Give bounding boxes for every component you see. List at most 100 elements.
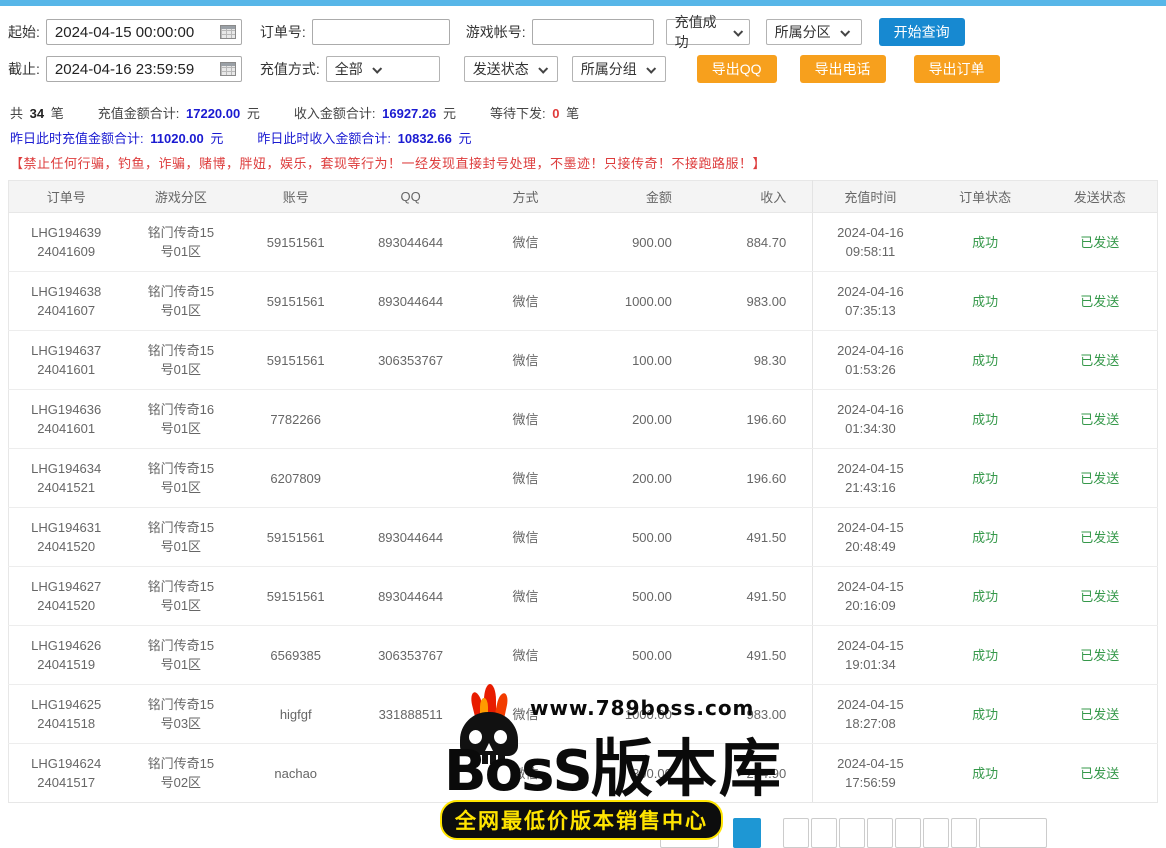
income-cell: 491.50 <box>698 508 813 567</box>
calendar-icon[interactable] <box>220 62 236 76</box>
game-zone-cell: 铭门传奇15号01区 <box>123 508 238 567</box>
export-order-button[interactable]: 导出订单 <box>914 55 1000 83</box>
order-no-cell: LHG19463724041601 <box>9 331 124 390</box>
order-table-row[interactable]: LHG19463724041601 铭门传奇15号01区 59151561 30… <box>9 331 1158 390</box>
send-status-cell[interactable]: 已发送 <box>1043 331 1158 390</box>
method-cell: 微信 <box>468 331 583 390</box>
order-no-input[interactable] <box>312 19 450 45</box>
pay-method-select[interactable]: 全部 <box>326 56 440 82</box>
qq-cell: 893044644 <box>353 567 468 626</box>
order-table-row[interactable]: LHG19463824041607 铭门传奇15号01区 59151561 89… <box>9 272 1158 331</box>
send-status-cell[interactable]: 已发送 <box>1043 272 1158 331</box>
income-sum-value: 16927.26 <box>382 106 436 121</box>
pagination-button[interactable] <box>895 818 921 848</box>
amount-cell: 200.00 <box>583 390 698 449</box>
send-status-select[interactable]: 发送状态 <box>464 56 558 82</box>
total-count-value: 34 <box>30 106 44 121</box>
account-cell: 59151561 <box>238 331 353 390</box>
qq-cell <box>353 744 468 803</box>
order-no-label: 订单号: <box>260 22 306 42</box>
account-cell: 59151561 <box>238 272 353 331</box>
amount-cell: 1000.00 <box>583 272 698 331</box>
query-button[interactable]: 开始查询 <box>879 18 965 46</box>
order-no-cell: LHG19463824041607 <box>9 272 124 331</box>
send-status-cell[interactable]: 已发送 <box>1043 449 1158 508</box>
start-date-input[interactable]: 2024-04-15 00:00:00 <box>46 19 242 45</box>
yesterday-income-value: 10832.66 <box>398 131 452 146</box>
recharge-status-select[interactable]: 充值成功 <box>666 19 750 45</box>
col-header-amount: 金额 <box>583 181 698 213</box>
pagination-button[interactable] <box>867 818 893 848</box>
game-account-input[interactable] <box>532 19 654 45</box>
prohibition-warning-text: 【禁止任何行骗，钓鱼，诈骗，赌博，胖妞，娱乐，套现等行为！一经发现直接封号处理，… <box>10 150 1156 174</box>
send-status-cell[interactable]: 已发送 <box>1043 567 1158 626</box>
recharge-time-cell: 2024-04-1601:53:26 <box>813 331 928 390</box>
group-select-value: 所属分组 <box>581 59 637 79</box>
order-table-row[interactable]: LHG19462624041519 铭门传奇15号01区 6569385 306… <box>9 626 1158 685</box>
order-table-row[interactable]: LHG19462724041520 铭门传奇15号01区 59151561 89… <box>9 567 1158 626</box>
amount-cell: 500.00 <box>583 508 698 567</box>
order-status-cell: 成功 <box>928 213 1043 272</box>
end-date-input[interactable]: 2024-04-16 23:59:59 <box>46 56 242 82</box>
send-status-cell[interactable]: 已发送 <box>1043 213 1158 272</box>
game-zone-cell: 铭门传奇15号01区 <box>123 567 238 626</box>
qq-cell: 306353767 <box>353 626 468 685</box>
export-phone-button[interactable]: 导出电话 <box>800 55 886 83</box>
order-table-row[interactable]: LHG19463924041609 铭门传奇15号01区 59151561 89… <box>9 213 1158 272</box>
pagination-button[interactable] <box>923 818 949 848</box>
order-no-cell: LHG19462524041518 <box>9 685 124 744</box>
calendar-icon[interactable] <box>220 25 236 39</box>
send-status-cell[interactable]: 已发送 <box>1043 390 1158 449</box>
qq-cell: 306353767 <box>353 331 468 390</box>
send-status-cell[interactable]: 已发送 <box>1043 508 1158 567</box>
pagination-button[interactable] <box>783 818 809 848</box>
pagination-button[interactable] <box>839 818 865 848</box>
pagination-button[interactable] <box>979 818 1047 848</box>
col-header-order-no: 订单号 <box>9 181 124 213</box>
start-date-value: 2024-04-15 00:00:00 <box>55 24 194 41</box>
zone-select[interactable]: 所属分区 <box>766 19 862 45</box>
total-count-stat: 共 34 笔 <box>10 103 64 122</box>
qq-cell <box>353 390 468 449</box>
chevron-down-icon <box>646 63 656 73</box>
send-status-cell[interactable]: 已发送 <box>1043 626 1158 685</box>
col-header-account: 账号 <box>238 181 353 213</box>
send-status-cell[interactable]: 已发送 <box>1043 744 1158 803</box>
export-qq-button[interactable]: 导出QQ <box>697 55 777 83</box>
account-cell: 59151561 <box>238 567 353 626</box>
order-table-row[interactable]: LHG19462424041517 铭门传奇15号02区 nachao 微信 3… <box>9 744 1158 803</box>
order-status-cell: 成功 <box>928 626 1043 685</box>
filter-row-1: 起始: 2024-04-15 00:00:00 订单号: 游戏帐号: 充值成功 … <box>8 18 1158 46</box>
order-status-cell: 成功 <box>928 331 1043 390</box>
col-header-order-status: 订单状态 <box>928 181 1043 213</box>
income-cell: 491.50 <box>698 626 813 685</box>
recharge-time-cell: 2024-04-1520:16:09 <box>813 567 928 626</box>
recharge-time-cell: 2024-04-1521:43:16 <box>813 449 928 508</box>
recharge-time-cell: 2024-04-1520:48:49 <box>813 508 928 567</box>
amount-cell: 500.00 <box>583 567 698 626</box>
order-table-row[interactable]: LHG19463624041601 铭门传奇16号01区 7782266 微信 … <box>9 390 1158 449</box>
send-status-value: 发送状态 <box>473 59 529 79</box>
account-cell: nachao <box>238 744 353 803</box>
method-cell: 微信 <box>468 213 583 272</box>
income-cell: 884.70 <box>698 213 813 272</box>
order-no-cell: LHG19463624041601 <box>9 390 124 449</box>
pagination-active-page-button[interactable] <box>733 818 761 848</box>
qq-cell: 893044644 <box>353 213 468 272</box>
pagination-button[interactable] <box>811 818 837 848</box>
recharge-time-cell: 2024-04-1518:27:08 <box>813 685 928 744</box>
qq-cell: 893044644 <box>353 272 468 331</box>
orders-table-wrap: 订单号 游戏分区 账号 QQ 方式 金额 收入 充值时间 订单状态 发送状态 L… <box>8 180 1158 803</box>
order-table-row[interactable]: LHG19463424041521 铭门传奇15号01区 6207809 微信 … <box>9 449 1158 508</box>
yesterday-recharge-stat: 昨日此时充值金额合计: 11020.00 元 <box>10 128 223 147</box>
pagination-button[interactable] <box>660 818 719 848</box>
recharge-time-cell: 2024-04-1609:58:11 <box>813 213 928 272</box>
order-table-row[interactable]: LHG19462524041518 铭门传奇15号03区 higfgf 3318… <box>9 685 1158 744</box>
send-status-cell[interactable]: 已发送 <box>1043 685 1158 744</box>
account-cell: 59151561 <box>238 213 353 272</box>
order-table-row[interactable]: LHG19463124041520 铭门传奇15号01区 59151561 89… <box>9 508 1158 567</box>
zone-select-value: 所属分区 <box>775 22 831 42</box>
group-select[interactable]: 所属分组 <box>572 56 666 82</box>
pay-method-value: 全部 <box>335 59 363 79</box>
pagination-button[interactable] <box>951 818 977 848</box>
